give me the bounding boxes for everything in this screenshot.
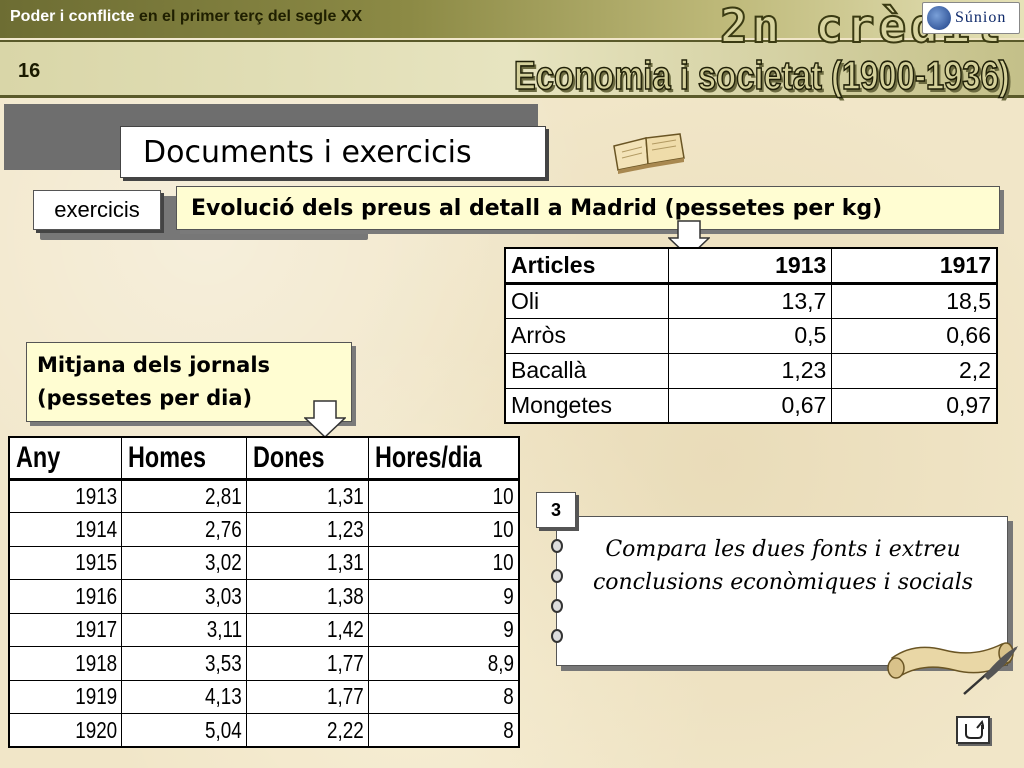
table-row: Arròs 0,5 0,66	[504, 317, 998, 354]
table-row: 1913 2,81 1,31 10	[8, 478, 520, 513]
wage-women: 1,77	[245, 679, 370, 714]
wage-year: 1920	[8, 713, 123, 748]
prices-title-box: Evolució dels preus al detall a Madrid (…	[176, 186, 1000, 230]
wages-header-year: Any	[8, 436, 123, 481]
wage-men: 3,03	[121, 579, 247, 614]
page-number: 16	[18, 60, 41, 82]
table-row: 1916 3,03 1,38 9	[8, 579, 520, 614]
article-name: Oli	[504, 282, 670, 319]
wage-women: 2,22	[245, 713, 370, 748]
wage-men: 2,81	[121, 478, 247, 513]
prices-header-row: Articles 1913 1917	[504, 247, 998, 285]
wages-header-women: Dones	[245, 436, 370, 481]
wage-men: 4,13	[121, 679, 247, 714]
table-row: Mongetes 0,67 0,97	[504, 387, 998, 424]
wage-hours: 10	[368, 545, 520, 580]
section-heading-box: Documents i exercicis	[120, 126, 546, 178]
wages-header-men: Homes	[121, 436, 247, 481]
wage-men: 3,02	[121, 545, 247, 580]
article-name: Bacallà	[504, 352, 670, 389]
wage-year: 1915	[8, 545, 123, 580]
table-row: 1918 3,53 1,77 8,9	[8, 646, 520, 681]
article-name: Mongetes	[504, 387, 670, 424]
wage-women: 1,23	[245, 512, 370, 547]
wage-year: 1917	[8, 612, 123, 647]
return-arrow-icon	[965, 720, 984, 739]
wage-hours: 9	[368, 579, 520, 614]
binder-ring-icon	[551, 539, 563, 553]
logo-text: Súnion	[955, 9, 1007, 26]
wages-table: Any Homes Dones Hores/dia 1913 2,81 1,31…	[8, 436, 520, 748]
wage-women: 1,31	[245, 545, 370, 580]
price-1917: 18,5	[831, 282, 998, 319]
price-1913: 0,67	[668, 387, 833, 424]
binder-ring-icon	[551, 599, 563, 613]
wage-hours: 10	[368, 512, 520, 547]
subject-title: Poder i conflicte en el primer terç del …	[10, 8, 362, 26]
price-1917: 2,2	[831, 352, 998, 389]
tab-label: exercicis	[54, 197, 140, 222]
wage-men: 3,11	[121, 612, 247, 647]
article-name: Arròs	[504, 317, 670, 354]
wage-hours: 8,9	[368, 646, 520, 681]
wage-hours: 8	[368, 679, 520, 714]
price-1913: 0,5	[668, 317, 833, 354]
wage-men: 3,53	[121, 646, 247, 681]
price-1913: 13,7	[668, 282, 833, 319]
price-1913: 1,23	[668, 352, 833, 389]
prices-title: Evolució dels preus al detall a Madrid (…	[191, 195, 883, 221]
sunion-logo: Súnion	[922, 2, 1020, 34]
table-row: 1915 3,02 1,31 10	[8, 545, 520, 580]
wage-hours: 8	[368, 713, 520, 748]
scroll-quill-icon	[887, 642, 1018, 695]
subject-part-1: Poder i conflicte	[10, 8, 135, 25]
page-title: Economia i societat (1900-1936)	[513, 53, 1010, 99]
wage-hours: 10	[368, 478, 520, 513]
wage-year: 1916	[8, 579, 123, 614]
wage-year: 1913	[8, 478, 123, 513]
table-row: 1914 2,76 1,23 10	[8, 512, 520, 547]
open-book-icon	[613, 133, 685, 174]
table-row: Oli 13,7 18,5	[504, 282, 998, 319]
subject-part-2: en el primer terç del segle XX	[138, 8, 363, 25]
wages-caption: Mitjana dels jornals (pessetes per dia)	[37, 353, 271, 410]
prices-table: Articles 1913 1917 Oli 13,7 18,5 Arròs 0…	[504, 247, 998, 424]
wage-year: 1918	[8, 646, 123, 681]
wage-women: 1,42	[245, 612, 370, 647]
wage-hours: 9	[368, 612, 520, 647]
wage-women: 1,31	[245, 478, 370, 513]
exercicis-tab[interactable]: exercicis	[33, 190, 161, 230]
wages-header-row: Any Homes Dones Hores/dia	[8, 436, 520, 481]
section-heading: Documents i exercicis	[143, 134, 472, 170]
price-1917: 0,66	[831, 317, 998, 354]
sunion-logo-icon	[927, 6, 951, 30]
exercise-text: Compara les dues fonts i extreu conclusi…	[592, 537, 974, 595]
wage-women: 1,77	[245, 646, 370, 681]
binder-ring-icon	[551, 629, 563, 643]
wages-header-hours: Hores/dia	[368, 436, 520, 481]
prices-header-1913: 1913	[668, 247, 833, 285]
wage-men: 2,76	[121, 512, 247, 547]
return-button[interactable]	[956, 716, 990, 744]
down-arrow-icon	[304, 400, 346, 438]
prices-header-articles: Articles	[504, 247, 670, 285]
wage-year: 1914	[8, 512, 123, 547]
table-row: 1920 5,04 2,22 8	[8, 713, 520, 748]
exercise-number: 3	[536, 492, 576, 528]
table-row: 1919 4,13 1,77 8	[8, 679, 520, 714]
table-row: Bacallà 1,23 2,2	[504, 352, 998, 389]
price-1917: 0,97	[831, 387, 998, 424]
wage-year: 1919	[8, 679, 123, 714]
binder-ring-icon	[551, 569, 563, 583]
prices-header-1917: 1917	[831, 247, 998, 285]
wage-women: 1,38	[245, 579, 370, 614]
table-row: 1917 3,11 1,42 9	[8, 612, 520, 647]
wage-men: 5,04	[121, 713, 247, 748]
